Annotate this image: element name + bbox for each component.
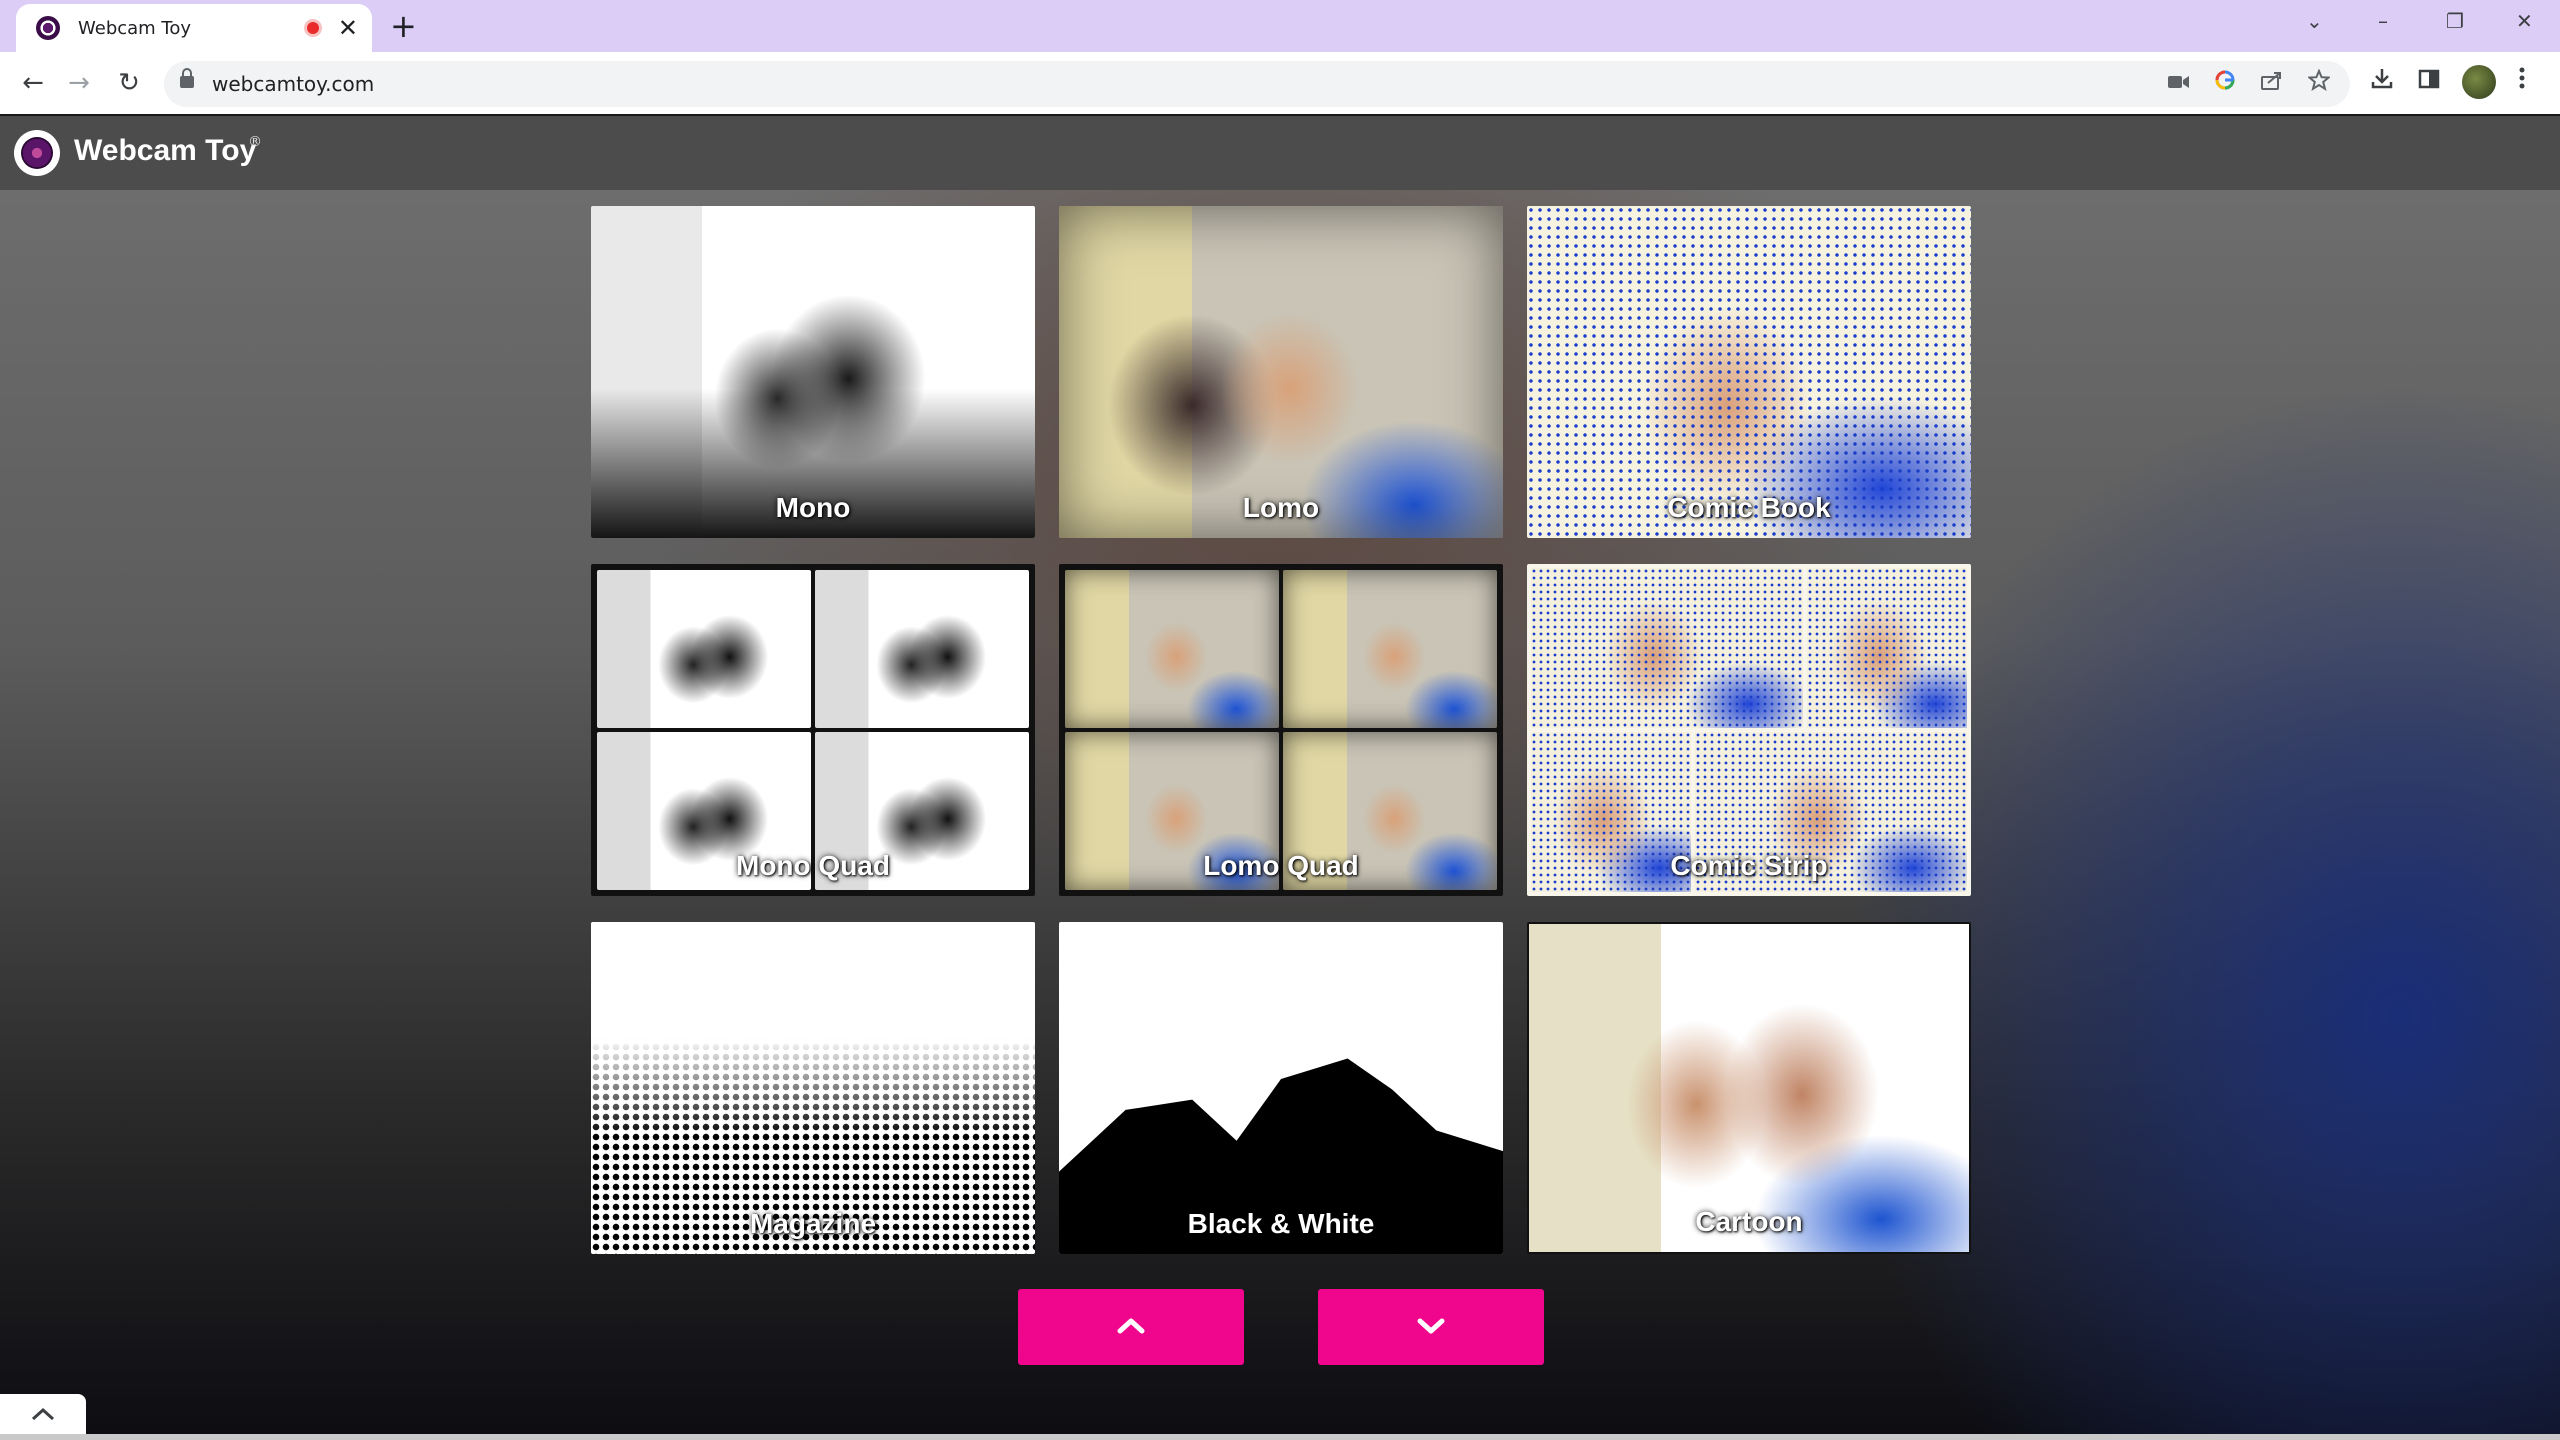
effect-label: Mono Quad xyxy=(736,850,890,881)
webcam-toy-logo-icon[interactable] xyxy=(14,130,60,176)
webcam-toy-page: Webcam Toy ® Mono Lomo Comic Book Mono Q… xyxy=(0,116,2560,1434)
lock-icon[interactable] xyxy=(180,68,194,88)
effect-card-mono[interactable]: Mono xyxy=(591,206,1035,538)
effect-card-comic-book[interactable]: Comic Book xyxy=(1527,206,1971,538)
close-window-button[interactable]: ✕ xyxy=(2516,6,2533,36)
minimize-button[interactable]: – xyxy=(2378,6,2388,36)
next-page-button[interactable] xyxy=(1318,1289,1544,1365)
preview-tile xyxy=(1283,570,1497,728)
preview-tile xyxy=(815,570,1029,728)
back-button[interactable]: ← xyxy=(16,66,50,100)
effect-card-mono-quad[interactable]: Mono Quad xyxy=(591,564,1035,896)
effect-label: Mono xyxy=(775,492,851,523)
effect-card-lomo-quad[interactable]: Lomo Quad xyxy=(1059,564,1503,896)
page-bottom-edge xyxy=(0,1434,2560,1440)
chevron-down-icon xyxy=(1417,1318,1445,1334)
profile-avatar[interactable] xyxy=(2462,65,2496,99)
site-logo-text[interactable]: Webcam Toy xyxy=(74,134,256,168)
camera-icon[interactable] xyxy=(2168,69,2190,99)
effect-label: Cartoon xyxy=(1695,1206,1803,1237)
forward-button[interactable]: → xyxy=(62,66,96,100)
quad-preview xyxy=(1065,570,1497,890)
tab-title: Webcam Toy xyxy=(78,17,192,39)
reload-button[interactable]: ↻ xyxy=(112,66,146,100)
close-tab-icon[interactable]: ✕ xyxy=(338,16,358,40)
effect-label: Comic Book xyxy=(1667,492,1831,523)
restore-button[interactable]: ❐ xyxy=(2446,6,2464,36)
site-header: Webcam Toy ® xyxy=(0,116,2560,190)
new-tab-button[interactable]: + xyxy=(390,8,417,44)
url-text[interactable]: webcamtoy.com xyxy=(212,72,374,96)
effect-label: Lomo xyxy=(1242,492,1320,523)
star-icon[interactable] xyxy=(2306,68,2332,100)
effect-card-lomo[interactable]: Lomo xyxy=(1059,206,1503,538)
effect-card-cartoon[interactable]: Cartoon xyxy=(1527,922,1971,1254)
browser-tab-strip: Webcam Toy ✕ + ⌄ – ❐ ✕ xyxy=(0,0,2560,52)
menu-icon[interactable] xyxy=(2518,64,2526,100)
comic-panel xyxy=(1531,568,1803,728)
google-icon[interactable] xyxy=(2214,69,2236,100)
browser-toolbar: ← → ↻ webcamtoy.com xyxy=(0,52,2560,114)
browser-tab[interactable]: Webcam Toy ✕ xyxy=(16,4,372,52)
webcam-toy-favicon-icon xyxy=(36,16,60,40)
registered-mark: ® xyxy=(248,134,262,150)
effect-label: Magazine xyxy=(749,1208,877,1239)
tab-search-icon[interactable]: ⌄ xyxy=(2306,6,2323,36)
share-icon[interactable] xyxy=(2260,69,2284,100)
preview-tile xyxy=(1065,570,1279,728)
effect-card-magazine[interactable]: Magazine xyxy=(591,922,1035,1254)
chevron-up-icon xyxy=(31,1407,55,1421)
comic-panel xyxy=(1807,568,1967,728)
effect-label: Black & White xyxy=(1187,1208,1375,1239)
download-icon[interactable] xyxy=(2370,64,2394,100)
address-bar[interactable]: webcamtoy.com xyxy=(164,61,2350,107)
effect-label: Comic Strip xyxy=(1670,850,1828,881)
effect-card-comic-strip[interactable]: Comic Strip xyxy=(1527,564,1971,896)
quad-preview xyxy=(597,570,1029,890)
side-panel-icon[interactable] xyxy=(2418,64,2440,100)
chevron-up-icon xyxy=(1117,1318,1145,1334)
expand-drawer-button[interactable] xyxy=(0,1394,86,1434)
preview-tile xyxy=(597,570,811,728)
recording-indicator-icon xyxy=(303,19,322,37)
previous-page-button[interactable] xyxy=(1018,1289,1244,1365)
effect-label: Lomo Quad xyxy=(1203,850,1359,881)
effect-card-black-white[interactable]: Black & White xyxy=(1059,922,1503,1254)
